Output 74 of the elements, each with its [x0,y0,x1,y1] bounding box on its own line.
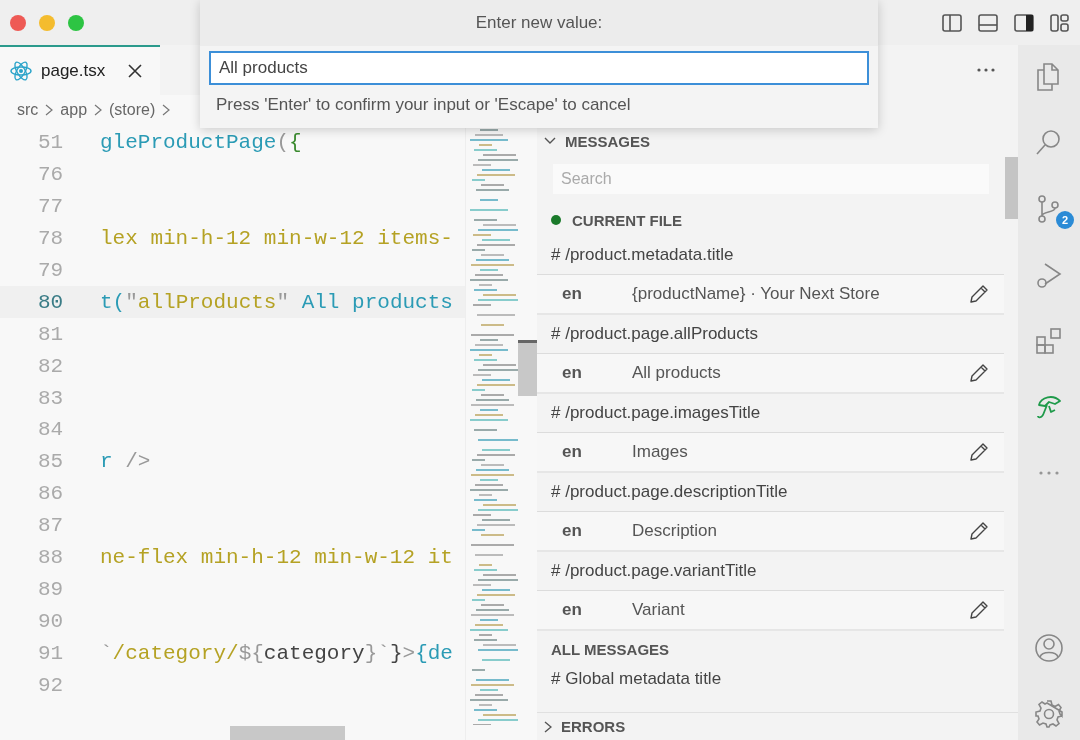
chevron-icon [94,104,103,116]
locale-label: en [561,363,583,383]
pencil-icon[interactable] [968,362,990,384]
line-number: 89 [37,577,65,601]
code-line: t("allProducts" All products [100,290,453,314]
locale-label: en [561,600,583,620]
input-field[interactable]: All products [209,51,869,85]
scrollbar-thumb[interactable] [230,726,345,740]
line-number: 78 [37,227,65,251]
code-line: r /> [100,450,151,474]
line-number: 83 [37,386,65,410]
line-number: 77 [37,195,65,219]
atom-icon [10,60,32,82]
minimize-button[interactable] [39,14,55,31]
status-dot [551,215,561,225]
locale-label: en [561,442,583,462]
sidebar-toggle-icon[interactable] [942,13,962,32]
line-number: 82 [37,354,65,378]
code-line: lex min-h-12 min-w-12 items- [100,227,453,251]
pencil-icon[interactable] [968,441,990,463]
code-line: `/category/${category}`}>{de [100,641,453,665]
count-badge: 2 [1056,211,1074,229]
line-number: 84 [37,418,65,442]
settings-icon[interactable] [1033,698,1065,730]
line-number: 80 [37,290,65,314]
line-number: 86 [37,482,65,506]
scrollbar-thumb[interactable] [518,340,538,396]
pencil-icon[interactable] [968,520,990,542]
close-button[interactable] [10,14,26,31]
editor-tab[interactable]: page.tsx [0,45,160,95]
line-number: 91 [37,641,65,665]
chevron-icon [544,137,556,145]
line-number: 51 [37,131,65,155]
search-field[interactable]: Search [553,164,989,194]
layout-icon[interactable] [1050,13,1070,32]
chevron-icon [544,720,552,733]
line-number: 81 [37,322,65,346]
translation-text: Description [632,521,719,541]
pencil-icon[interactable] [968,599,990,621]
translation-text: Variant [632,600,686,620]
account-icon[interactable] [1033,632,1065,664]
translation-text: Images [632,442,689,462]
message-key[interactable]: # Global metadata title [537,665,1004,693]
more-icon[interactable] [976,67,996,73]
section-title: CURRENT FILE [572,211,682,229]
pencil-icon[interactable] [968,283,990,305]
line-number: 90 [37,609,65,633]
line-number: 92 [37,673,65,697]
panel-toggle-icon[interactable] [978,13,998,32]
secondary-sidebar-icon[interactable] [1014,13,1034,32]
code-line: ne-flex min-h-12 min-w-12 it [100,546,453,569]
chevron-icon [162,104,171,116]
breadcrumb-item[interactable]: (store) [109,101,156,119]
line-number: 85 [37,450,65,474]
section-header[interactable]: MESSAGES [537,125,1018,157]
line-number: 76 [37,163,65,187]
breadcrumb-item[interactable]: src [17,101,39,119]
maximize-button[interactable] [68,14,84,31]
scrollbar-thumb[interactable] [1005,157,1018,219]
section-title: ALL MESSAGES [551,640,670,658]
section-header[interactable]: ERRORS [537,712,1018,740]
close-icon[interactable] [128,64,143,78]
dialog-title: Enter new value: [200,0,878,46]
translation-text: {productName} · Your Next Store [632,284,881,304]
translation-text: All products [632,363,722,383]
chevron-icon [45,104,54,116]
line-number: 88 [37,546,65,569]
hint-text: Press 'Enter' to confirm your input or 'Escape' to cancel [215,95,632,115]
line-number: 79 [37,259,65,282]
code-line: gleProductPage({ [100,131,302,155]
breadcrumb-item[interactable]: app [60,101,88,119]
locale-label: en [561,521,583,541]
locale-label: en [561,284,583,304]
line-number: 87 [37,514,65,538]
